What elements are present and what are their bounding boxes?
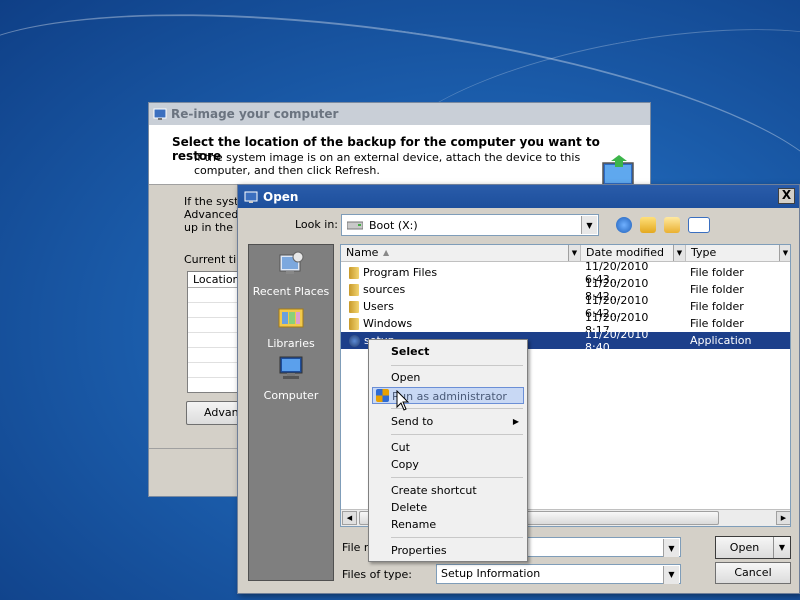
menu-separator [391,365,523,366]
files-of-type-value: Setup Information [441,567,541,580]
menu-item-run-as-administrator[interactable]: Run as administrator [372,387,524,404]
chevron-down-icon[interactable]: ▼ [663,539,679,557]
chevron-down-icon[interactable]: ▼ [581,216,597,234]
window-icon [244,191,258,203]
current-time-label: Current tim [184,253,242,266]
uac-shield-icon [376,389,389,402]
file-type: Application [690,334,752,347]
file-type: File folder [690,266,744,279]
open-titlebar[interactable]: Open [238,185,799,208]
place-label: Computer [263,389,319,402]
file-type: File folder [690,300,744,313]
sort-arrow-icon: ▲ [383,248,390,257]
look-in-value: Boot (X:) [369,218,418,232]
menu-item-properties[interactable]: Properties [372,542,524,559]
file-name: Windows [363,317,413,330]
look-in-label: Look in: [295,218,338,231]
file-type: File folder [690,317,744,330]
menu-item-rename[interactable]: Rename [372,516,524,533]
file-row[interactable]: Program Files 11/20/2010 6:43... File fo… [341,260,790,286]
drive-icon [347,221,363,230]
reimage-title: Re-image your computer [171,107,339,121]
window-icon [153,108,167,120]
menu-item-open[interactable]: Open [372,369,524,386]
file-name: Users [363,300,394,313]
menu-separator [391,434,523,435]
place-label: Libraries [267,337,315,350]
scroll-left-icon[interactable]: ◀ [342,511,357,525]
view-menu-icon[interactable] [688,217,710,233]
menu-separator [391,537,523,538]
menu-separator [391,477,523,478]
menu-separator [391,408,523,409]
place-computer[interactable]: Computer [249,355,333,402]
back-icon[interactable] [616,217,632,233]
context-menu: Select Open Run as administrator Send to… [368,339,528,562]
reimage-header: Select the location of the backup for th… [149,125,650,192]
file-row[interactable]: Windows 11/20/2010 8:17... File folder [341,311,790,337]
files-of-type-dropdown[interactable]: Setup Information ▼ [436,564,681,584]
file-date: 11/20/2010 8:40... [585,327,649,354]
file-row[interactable]: sources 11/20/2010 8:42... File folder [341,277,790,303]
folder-icon [349,317,359,330]
open-title: Open [263,189,299,204]
folder-icon [349,266,359,279]
new-folder-icon[interactable] [664,217,680,233]
files-of-type-label: Files of type: [342,568,413,581]
application-icon [349,334,360,347]
place-libraries[interactable]: Libraries [249,303,333,350]
place-label: Recent Places [252,285,330,298]
menu-item-delete[interactable]: Delete [372,499,524,516]
menu-item-copy[interactable]: Copy [372,456,524,473]
place-recent-places[interactable]: Recent Places [249,251,333,298]
column-label: Date modified [586,246,664,259]
open-button[interactable]: Open ▼ [715,536,791,559]
up-folder-icon[interactable] [640,217,656,233]
libraries-icon [278,308,304,328]
cancel-button[interactable]: Cancel [715,562,791,584]
submenu-arrow-icon: ▶ [512,417,519,426]
recent-places-icon [279,251,304,274]
menu-item-select[interactable]: Select [372,343,524,360]
menu-item-label: Send to [391,415,434,428]
column-header-name[interactable]: Name ▲ ▼ [341,245,581,262]
scroll-right-icon[interactable]: ▶ [776,511,790,525]
chevron-down-icon[interactable]: ▼ [663,566,679,584]
dialog-toolbar [616,217,710,233]
close-icon: X [781,188,792,202]
close-button[interactable]: X [778,188,795,204]
reimage-body-text: If the syste Advanced up in the lis [184,195,242,234]
file-row[interactable]: Users 11/20/2010 6:42... File folder [341,294,790,320]
column-label: Name [346,246,379,259]
menu-item-create-shortcut[interactable]: Create shortcut [372,482,524,499]
chevron-down-icon[interactable]: ▼ [568,245,580,261]
menu-item-cut[interactable]: Cut [372,439,524,456]
body-line: Advanced [184,208,239,221]
file-name: Program Files [363,266,438,279]
column-header-type[interactable]: Type ▼ [686,245,790,262]
look-in-dropdown[interactable]: Boot (X:) ▼ [341,214,599,236]
folder-icon [349,300,359,313]
body-line: up in the lis [184,221,242,234]
chevron-down-icon[interactable]: ▼ [779,245,790,261]
open-button-label: Open [716,537,774,558]
reimage-subtext: If the system image is on an external de… [194,151,581,177]
reimage-titlebar[interactable]: Re-image your computer [149,103,650,125]
chevron-down-icon[interactable]: ▼ [774,537,790,558]
mouse-cursor-icon [396,390,410,411]
computer-icon [279,356,303,379]
column-label: Type [691,246,717,259]
places-bar: Recent Places Libraries Computer [248,244,334,581]
column-headers: Name ▲ ▼ Date modified ▼ Type ▼ [341,245,790,262]
file-name: sources [363,283,406,296]
folder-icon [349,283,359,296]
file-type: File folder [690,283,744,296]
body-line: If the syste [184,195,242,208]
menu-item-send-to[interactable]: Send to ▶ [372,413,524,430]
